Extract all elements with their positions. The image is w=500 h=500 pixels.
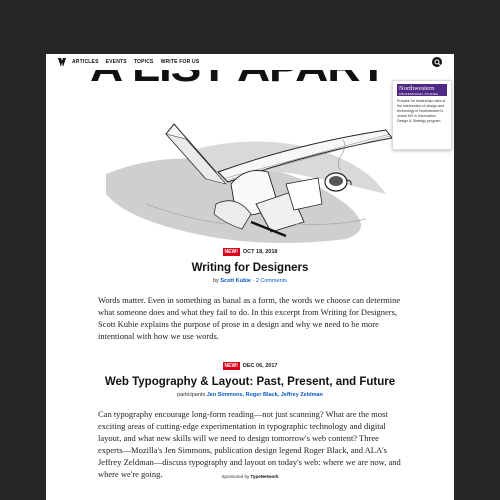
participant-link[interactable]: Jeffrey Zeldman [281, 392, 323, 398]
author-link[interactable]: Scott Kubie [220, 278, 251, 284]
participant-link[interactable]: Roger Black, [246, 392, 280, 398]
nav-topics[interactable]: TOPICS [134, 58, 154, 66]
article-web-typography: NEW! DEC 06, 2017 Web Typography & Layou… [46, 362, 454, 480]
sponsor-line: Sponsored by TypeNetwork [221, 474, 279, 479]
comments-link[interactable]: 2 Comments [256, 278, 287, 284]
ala-logo-icon[interactable] [58, 58, 66, 67]
search-icon[interactable] [432, 57, 442, 67]
article-title[interactable]: Writing for Designers [46, 262, 454, 274]
article-writing-for-designers: NEW! OCT 18, 2018 Writing for Designers … [46, 248, 454, 342]
article-summary: Can typography encourage long-form readi… [98, 409, 401, 479]
ad-brand-logo: Northwestern PROFESSIONAL STUDIES [397, 84, 447, 96]
article-summary: Words matter. Even in something as banal… [98, 295, 401, 341]
article-date: OCT 18, 2018 [242, 249, 278, 255]
article-participants: participants Jen Simmons, Roger Black, J… [177, 392, 323, 398]
nav-write-for-us[interactable]: WRITE FOR US [161, 58, 200, 66]
article-date: DEC 06, 2017 [242, 363, 278, 369]
sponsor-link[interactable]: TypeNetwork [251, 474, 279, 479]
nav-articles[interactable]: ARTICLES [72, 58, 99, 66]
ad-description: Prepare for leadership roles at the inte… [397, 99, 446, 123]
new-badge: NEW! [222, 248, 240, 256]
top-navigation: ARTICLES EVENTS TOPICS WRITE FOR US [46, 54, 454, 70]
page: A LIST APART ARTICLES EVENTS TOPICS WRIT… [46, 54, 454, 500]
nav-events[interactable]: EVENTS [106, 58, 127, 66]
participant-link[interactable]: Jen Simmons, [207, 392, 244, 398]
article-title[interactable]: Web Typography & Layout: Past, Present, … [46, 376, 454, 388]
article-byline: by Scott Kubie · 2 Comments [213, 278, 287, 284]
new-badge: NEW! [222, 362, 240, 370]
sponsor-ad[interactable]: Northwestern PROFESSIONAL STUDIES Prepar… [392, 80, 452, 150]
